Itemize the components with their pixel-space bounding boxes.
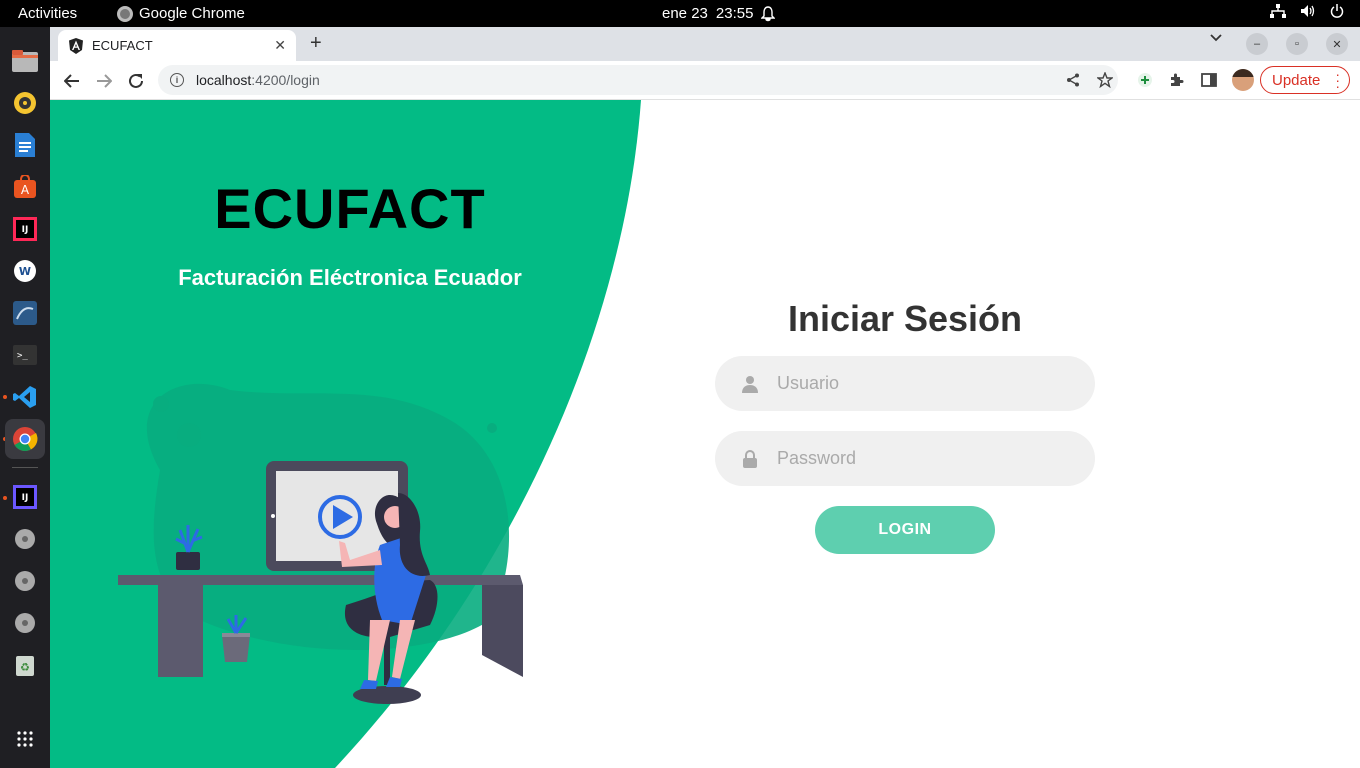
login-title: Iniciar Sesión	[787, 298, 1023, 339]
tab-strip: ECUFACT ✕ + – ▫ ✕	[50, 27, 1360, 61]
site-info-icon[interactable]: i	[170, 73, 184, 87]
side-panel-icon[interactable]	[1200, 71, 1218, 89]
share-icon[interactable]	[1064, 71, 1082, 89]
svg-text:A: A	[21, 183, 30, 197]
system-tray[interactable]	[1270, 4, 1344, 18]
svg-text:W: W	[19, 265, 31, 278]
arrow-right-icon	[97, 74, 112, 88]
username-input[interactable]	[777, 373, 1077, 394]
time-label: 23:55	[715, 5, 754, 22]
chrome-icon[interactable]	[5, 419, 45, 459]
bookmark-star-icon[interactable]	[1096, 71, 1114, 89]
tab-ecufact[interactable]: ECUFACT ✕	[58, 30, 296, 61]
new-tab-button[interactable]: +	[310, 32, 322, 55]
angular-icon	[69, 37, 83, 54]
profile-avatar[interactable]	[1232, 69, 1254, 91]
reload-button[interactable]	[124, 69, 148, 93]
brand-subtitle: Facturación Eléctronica Ecuador	[178, 265, 522, 290]
address-bar[interactable]: i localhost:4200/login	[158, 65, 1118, 95]
extensions-puzzle-icon[interactable]	[1168, 71, 1186, 89]
disk-icon[interactable]	[5, 603, 45, 643]
brand-title: ECUFACT	[214, 177, 486, 240]
login-page: ECUFACT Facturación Eléctronica Ecuador	[50, 100, 1360, 768]
mysql-workbench-icon[interactable]	[5, 293, 45, 333]
app-name: Google Chrome	[139, 5, 245, 22]
svg-text:>_: >_	[17, 351, 28, 361]
reload-icon	[129, 73, 143, 88]
back-button[interactable]	[60, 69, 84, 93]
chevron-down-icon[interactable]	[1210, 34, 1222, 42]
intellij-icon[interactable]: IJ	[5, 209, 45, 249]
svg-text:♻: ♻	[20, 661, 30, 674]
intellij-toolbox-icon[interactable]: IJ	[5, 477, 45, 517]
activities-button[interactable]: Activities	[18, 5, 77, 22]
update-button[interactable]: Update · · ·	[1260, 66, 1350, 94]
url-path: :4200/login	[251, 72, 320, 88]
kebab-menu-icon[interactable]: · · ·	[1335, 67, 1340, 93]
app-menu[interactable]: Google Chrome	[117, 5, 245, 22]
volume-icon	[1301, 5, 1315, 17]
date-label: ene 23	[662, 5, 708, 22]
app-grid-icon[interactable]	[5, 719, 45, 759]
webstorm-icon[interactable]: W	[5, 251, 45, 291]
writer-icon[interactable]	[5, 125, 45, 165]
bell-icon	[761, 5, 776, 21]
extension-plus-icon[interactable]	[1136, 71, 1154, 89]
maximize-button[interactable]: ▫	[1286, 33, 1308, 55]
rhythmbox-icon[interactable]	[5, 83, 45, 123]
minimize-button[interactable]: –	[1246, 33, 1268, 55]
vscode-icon[interactable]	[5, 377, 45, 417]
disk-icon[interactable]	[5, 519, 45, 559]
username-field[interactable]	[715, 356, 1095, 411]
chrome-icon	[117, 5, 133, 22]
url-host: localhost	[196, 72, 252, 88]
network-icon	[1270, 4, 1286, 18]
password-field[interactable]	[715, 431, 1095, 486]
tab-title: ECUFACT	[92, 38, 153, 53]
chrome-window: ECUFACT ✕ + – ▫ ✕ i localhost:4200/login	[50, 27, 1360, 768]
system-top-bar: Activities Google Chrome ene 23 23:55	[0, 0, 1360, 27]
svg-text:IJ: IJ	[22, 493, 29, 503]
forward-button[interactable]	[92, 69, 116, 93]
trash-icon[interactable]: ♻	[5, 645, 45, 685]
arrow-left-icon	[64, 74, 79, 88]
terminal-icon[interactable]: >_	[5, 335, 45, 375]
password-input[interactable]	[777, 448, 1077, 469]
desk-illustration	[118, 461, 523, 704]
clock[interactable]: ene 23 23:55	[662, 5, 776, 22]
app-center-icon[interactable]: A	[5, 167, 45, 207]
browser-toolbar: i localhost:4200/login Update · · ·	[50, 61, 1360, 100]
files-icon[interactable]	[5, 41, 45, 81]
close-window-button[interactable]: ✕	[1326, 33, 1348, 55]
dock: A IJ W >_ IJ ♻	[0, 27, 50, 768]
close-tab-icon[interactable]: ✕	[274, 37, 286, 54]
user-icon	[742, 375, 758, 393]
lock-icon	[743, 449, 757, 468]
svg-text:IJ: IJ	[22, 225, 29, 235]
disk-icon[interactable]	[5, 561, 45, 601]
power-icon	[1330, 4, 1344, 18]
update-label: Update	[1272, 71, 1321, 89]
login-button[interactable]: LOGIN	[815, 506, 995, 554]
